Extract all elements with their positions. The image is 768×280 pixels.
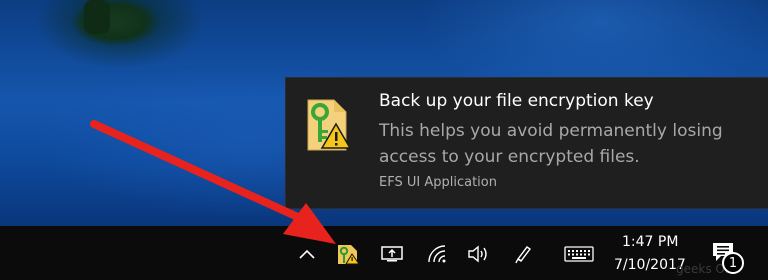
- project-display-icon[interactable]: [380, 242, 404, 266]
- clock-time[interactable]: 1:47 PM: [622, 234, 702, 250]
- pen-ink-icon[interactable]: [512, 242, 534, 266]
- notification-body: This helps you avoid permanently losing …: [379, 121, 723, 167]
- action-center-badge: 1: [722, 252, 744, 274]
- chevron-up-icon[interactable]: [296, 242, 318, 266]
- efs-key-warning-icon: [306, 96, 352, 152]
- wallpaper-tree: [60, 0, 170, 56]
- wallpaper-tree-trunk: [84, 0, 110, 34]
- keyboard-icon[interactable]: [563, 242, 595, 266]
- efs-backup-notification[interactable]: Back up your file encryption key This he…: [286, 78, 768, 208]
- wifi-icon[interactable]: [425, 242, 447, 266]
- notification-title: Back up your file encryption key: [379, 91, 654, 111]
- notification-app-name: EFS UI Application: [379, 175, 497, 190]
- efs-key-warning-icon[interactable]: [336, 242, 360, 266]
- volume-icon[interactable]: [466, 242, 490, 266]
